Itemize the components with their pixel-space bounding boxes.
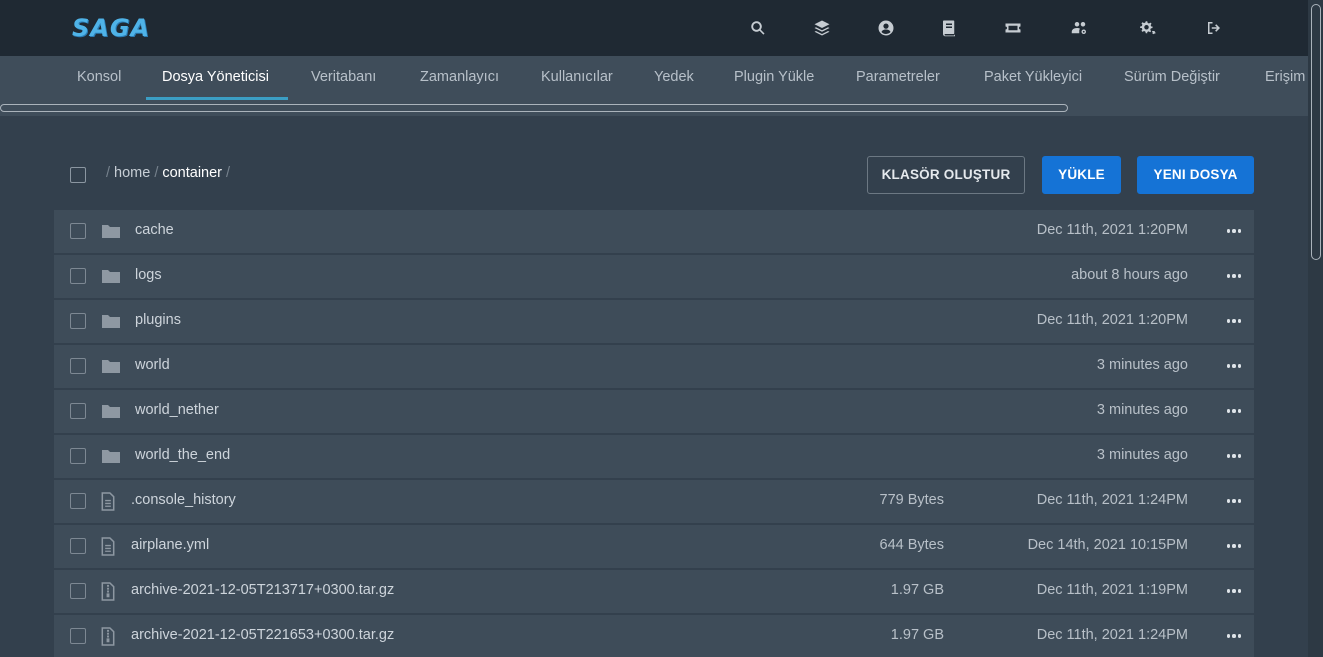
row-checkbox[interactable] bbox=[70, 583, 86, 599]
folder-icon bbox=[101, 357, 121, 375]
more-options-icon[interactable] bbox=[1226, 537, 1242, 555]
file-icon bbox=[100, 537, 116, 556]
file-icon bbox=[100, 492, 116, 511]
tab-parametreler[interactable]: Parametreler bbox=[856, 56, 940, 100]
row-checkbox[interactable] bbox=[70, 628, 86, 644]
file-row[interactable]: .console_history 779 Bytes Dec 11th, 2021 … bbox=[54, 480, 1254, 523]
file-row[interactable]: archive-2021-12-05T213717+0300.tar.gz 1.9… bbox=[54, 570, 1254, 613]
file-name[interactable]: world_nether bbox=[135, 402, 219, 418]
file-row[interactable]: plugins Dec 11th, 2021 1:20PM bbox=[54, 300, 1254, 343]
folder-icon bbox=[101, 312, 121, 330]
more-options-icon[interactable] bbox=[1226, 447, 1242, 465]
file-name[interactable]: airplane.yml bbox=[131, 537, 209, 553]
nav-bar: Konsol Dosya Yöneticisi Veritabanı Zaman… bbox=[0, 56, 1308, 116]
folder-icon bbox=[101, 447, 121, 465]
file-row[interactable]: world 3 minutes ago bbox=[54, 345, 1254, 388]
more-options-icon[interactable] bbox=[1226, 357, 1242, 375]
file-name[interactable]: cache bbox=[135, 222, 174, 238]
file-list: cache Dec 11th, 2021 1:20PM logs about 8 ho… bbox=[54, 210, 1254, 657]
row-checkbox[interactable] bbox=[70, 448, 86, 464]
more-options-icon[interactable] bbox=[1226, 267, 1242, 285]
tab-zamanlayici[interactable]: Zamanlayıcı bbox=[420, 56, 499, 100]
file-row[interactable]: archive-2021-12-05T221653+0300.tar.gz 1.9… bbox=[54, 615, 1254, 657]
file-size: 779 Bytes bbox=[879, 492, 945, 508]
cogs-icon[interactable] bbox=[1137, 17, 1159, 39]
row-checkbox[interactable] bbox=[70, 538, 86, 554]
folder-icon bbox=[101, 402, 121, 420]
active-tab-indicator bbox=[146, 97, 288, 100]
row-checkbox[interactable] bbox=[70, 268, 86, 284]
file-modified-date: 3 minutes ago bbox=[1096, 402, 1188, 418]
nav-horizontal-scrollbar[interactable] bbox=[0, 104, 1068, 112]
breadcrumb-home[interactable]: home bbox=[114, 165, 150, 181]
file-modified-date: 3 minutes ago bbox=[1096, 357, 1188, 373]
file-size: 644 Bytes bbox=[879, 537, 945, 553]
file-row[interactable]: world_nether 3 minutes ago bbox=[54, 390, 1254, 433]
file-row[interactable]: world_the_end 3 minutes ago bbox=[54, 435, 1254, 478]
new-file-button[interactable]: YENI DOSYA bbox=[1137, 156, 1254, 194]
layers-icon[interactable] bbox=[811, 17, 833, 39]
file-name[interactable]: world_the_end bbox=[135, 447, 230, 463]
folder-icon bbox=[101, 222, 121, 240]
file-name[interactable]: archive-2021-12-05T213717+0300.tar.gz bbox=[131, 582, 394, 598]
file-size: 1.97 GB bbox=[890, 627, 944, 643]
file-row[interactable]: logs about 8 hours ago bbox=[54, 255, 1254, 298]
select-all-checkbox[interactable] bbox=[70, 167, 86, 183]
tab-erisim[interactable]: Erişim bbox=[1265, 56, 1305, 100]
tab-dosya-yoneticisi[interactable]: Dosya Yöneticisi bbox=[162, 56, 269, 100]
more-options-icon[interactable] bbox=[1226, 582, 1242, 600]
more-options-icon[interactable] bbox=[1226, 492, 1242, 510]
search-icon[interactable] bbox=[747, 17, 769, 39]
create-folder-button[interactable]: KLASÖR OLUŞTUR bbox=[867, 156, 1025, 194]
tab-veritabani[interactable]: Veritabanı bbox=[311, 56, 376, 100]
file-name[interactable]: plugins bbox=[135, 312, 181, 328]
tab-paket-yukleyici[interactable]: Paket Yükleyici bbox=[984, 56, 1082, 100]
more-options-icon[interactable] bbox=[1226, 222, 1242, 240]
account-icon[interactable] bbox=[875, 17, 897, 39]
tab-surum-degistir[interactable]: Sürüm Değiştir bbox=[1124, 56, 1220, 100]
tab-plugin-yukle[interactable]: Plugin Yükle bbox=[734, 56, 814, 100]
file-name[interactable]: archive-2021-12-05T221653+0300.tar.gz bbox=[131, 627, 394, 643]
row-checkbox[interactable] bbox=[70, 223, 86, 239]
ticket-icon[interactable] bbox=[1002, 17, 1024, 39]
row-checkbox[interactable] bbox=[70, 358, 86, 374]
file-modified-date: Dec 14th, 2021 10:15PM bbox=[1027, 537, 1188, 553]
file-modified-date: Dec 11th, 2021 1:24PM bbox=[1036, 627, 1188, 643]
logo[interactable]: SAGA bbox=[72, 14, 150, 42]
file-row[interactable]: cache Dec 11th, 2021 1:20PM bbox=[54, 210, 1254, 253]
more-options-icon[interactable] bbox=[1226, 312, 1242, 330]
row-checkbox[interactable] bbox=[70, 403, 86, 419]
more-options-icon[interactable] bbox=[1226, 402, 1242, 420]
archive-file-icon bbox=[100, 582, 116, 601]
file-name[interactable]: world bbox=[135, 357, 170, 373]
file-modified-date: Dec 11th, 2021 1:24PM bbox=[1036, 492, 1188, 508]
folder-icon bbox=[101, 267, 121, 285]
book-icon[interactable] bbox=[938, 17, 960, 39]
tab-konsol[interactable]: Konsol bbox=[77, 56, 121, 100]
row-checkbox[interactable] bbox=[70, 493, 86, 509]
users-cog-icon[interactable] bbox=[1069, 17, 1091, 39]
file-modified-date: Dec 11th, 2021 1:19PM bbox=[1036, 582, 1188, 598]
breadcrumb: / home / container / bbox=[106, 165, 231, 181]
file-name[interactable]: .console_history bbox=[131, 492, 236, 508]
file-modified-date: Dec 11th, 2021 1:20PM bbox=[1036, 312, 1188, 328]
archive-file-icon bbox=[100, 627, 116, 646]
file-modified-date: about 8 hours ago bbox=[1071, 267, 1188, 283]
file-size: 1.97 GB bbox=[890, 582, 944, 598]
row-checkbox[interactable] bbox=[70, 313, 86, 329]
file-modified-date: Dec 11th, 2021 1:20PM bbox=[1036, 222, 1188, 238]
tab-kullanicilar[interactable]: Kullanıcılar bbox=[541, 56, 613, 100]
file-row[interactable]: airplane.yml 644 Bytes Dec 14th, 2021 10:1… bbox=[54, 525, 1254, 568]
top-bar: SAGA bbox=[0, 0, 1308, 56]
upload-button[interactable]: YÜKLE bbox=[1042, 156, 1121, 194]
page-scrollbar-thumb[interactable] bbox=[1311, 4, 1321, 260]
file-modified-date: 3 minutes ago bbox=[1096, 447, 1188, 463]
file-name[interactable]: logs bbox=[135, 267, 162, 283]
page-scrollbar-track[interactable] bbox=[1308, 0, 1323, 657]
tab-yedek[interactable]: Yedek bbox=[654, 56, 694, 100]
sign-out-icon[interactable] bbox=[1203, 17, 1225, 39]
breadcrumb-current: container bbox=[162, 165, 222, 181]
more-options-icon[interactable] bbox=[1226, 627, 1242, 645]
